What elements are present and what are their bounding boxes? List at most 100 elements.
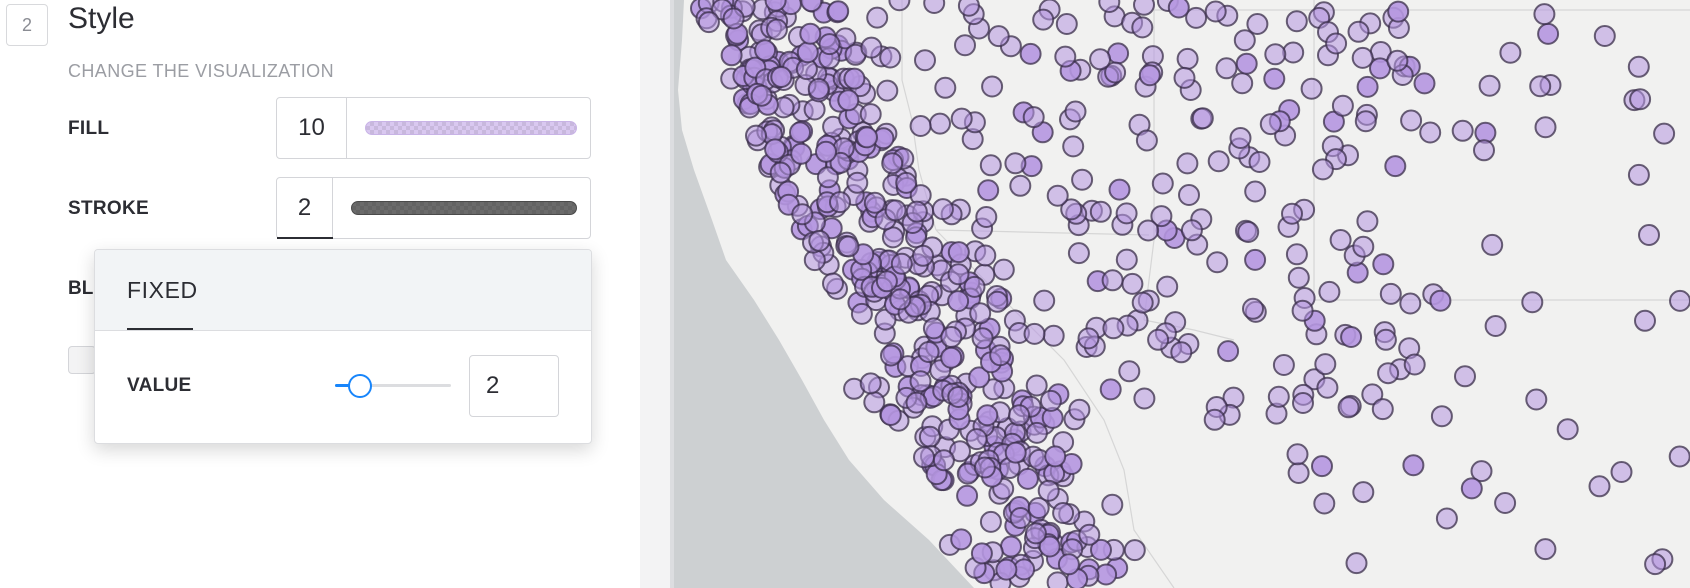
map-marker [1078, 523, 1101, 546]
map-marker [1123, 539, 1146, 562]
map-marker [1237, 221, 1260, 243]
map-marker [859, 103, 882, 126]
map-marker [1286, 443, 1309, 466]
map-marker [1259, 113, 1282, 136]
map-marker [1206, 251, 1229, 274]
map-marker [1022, 106, 1045, 129]
map-marker [1340, 326, 1363, 348]
map-marker [1400, 109, 1423, 132]
map-marker [1108, 178, 1131, 201]
fill-size-value[interactable]: 10 [277, 98, 347, 158]
popover-value-input[interactable]: 2 [469, 355, 559, 417]
map-marker [1347, 20, 1370, 43]
map-marker [995, 558, 1018, 581]
map-marker [822, 272, 844, 295]
map-marker [1046, 571, 1069, 588]
map-marker [947, 290, 970, 313]
map-marker [1054, 45, 1077, 68]
map-marker [1244, 180, 1267, 203]
map-marker [859, 372, 882, 395]
map-marker [1337, 396, 1360, 419]
map-canvas[interactable] [674, 0, 1690, 588]
map-marker [1377, 362, 1400, 385]
map-marker [1610, 461, 1633, 483]
map-marker [1285, 243, 1308, 266]
map-marker [1352, 235, 1375, 258]
map-marker [1285, 10, 1308, 33]
map-marker [1121, 272, 1144, 295]
map-marker [1300, 77, 1323, 100]
map-marker [1534, 116, 1557, 139]
map-marker [1354, 110, 1377, 133]
map-marker [791, 203, 814, 226]
map-marker [950, 107, 973, 130]
map-marker [1499, 41, 1522, 64]
map-marker [850, 302, 873, 325]
fill-color-swatch[interactable] [365, 121, 577, 135]
map-marker [1244, 248, 1267, 271]
map-marker [1399, 292, 1422, 315]
map-marker [1203, 408, 1226, 431]
map-marker [1267, 385, 1290, 408]
map-marker [764, 138, 787, 161]
map-marker [807, 77, 830, 100]
map-marker [1281, 202, 1303, 225]
map-marker [1282, 41, 1305, 64]
map-marker [1374, 328, 1397, 351]
map-marker [918, 425, 941, 448]
map-marker [1133, 387, 1156, 410]
map-marker [1046, 184, 1069, 207]
map-marker [1151, 172, 1174, 195]
map-marker [1024, 522, 1047, 545]
map-marker [1062, 135, 1085, 158]
map-marker [1246, 13, 1269, 35]
map-marker [1009, 507, 1032, 529]
map-marker [947, 386, 970, 408]
map-marker [860, 36, 883, 59]
map-marker [1180, 219, 1203, 242]
map-marker [1430, 405, 1453, 428]
map-marker [1403, 353, 1426, 376]
map-marker [745, 124, 767, 147]
map-marker [1004, 441, 1027, 464]
map-marker [923, 0, 946, 14]
map-marker [1147, 328, 1170, 351]
value-slider-handle[interactable] [348, 374, 372, 398]
map-marker [1356, 210, 1379, 233]
fill-label: FILL [68, 118, 110, 139]
map-marker [1118, 360, 1141, 383]
map-marker [1556, 418, 1579, 441]
map-marker [1135, 129, 1158, 152]
map-marker [815, 140, 837, 163]
stroke-size-popover: FIXED VALUE 2 [94, 249, 592, 444]
map-marker [1099, 378, 1122, 401]
map-marker [879, 404, 902, 426]
blending-checkbox[interactable] [68, 346, 96, 374]
map-marker [722, 7, 745, 30]
map-marker [1588, 475, 1611, 498]
map-marker [1668, 445, 1690, 468]
map-layer [674, 0, 1690, 588]
map-marker [837, 235, 860, 258]
map-marker [1173, 66, 1196, 89]
map-marker [1402, 454, 1425, 477]
fill-control[interactable]: 10 [276, 97, 591, 159]
map-marker [1101, 269, 1124, 292]
stroke-color-swatch[interactable] [351, 201, 577, 215]
map-marker [818, 33, 841, 56]
map-marker [1131, 291, 1154, 314]
map-marker [1101, 493, 1124, 516]
map-marker [1215, 57, 1238, 80]
map-marker [1451, 119, 1474, 142]
map-marker [1167, 0, 1190, 19]
map-marker [932, 449, 955, 472]
map-marker [1023, 322, 1046, 345]
tab-fixed[interactable]: FIXED [127, 250, 198, 330]
map-marker [880, 344, 902, 367]
map-marker [1077, 327, 1100, 350]
stroke-size-value[interactable]: 2 [277, 178, 333, 238]
map-marker [1291, 299, 1314, 322]
tab-fixed-active-indicator [127, 328, 193, 330]
stroke-control[interactable]: 2 [276, 177, 591, 239]
map-marker [956, 484, 979, 507]
